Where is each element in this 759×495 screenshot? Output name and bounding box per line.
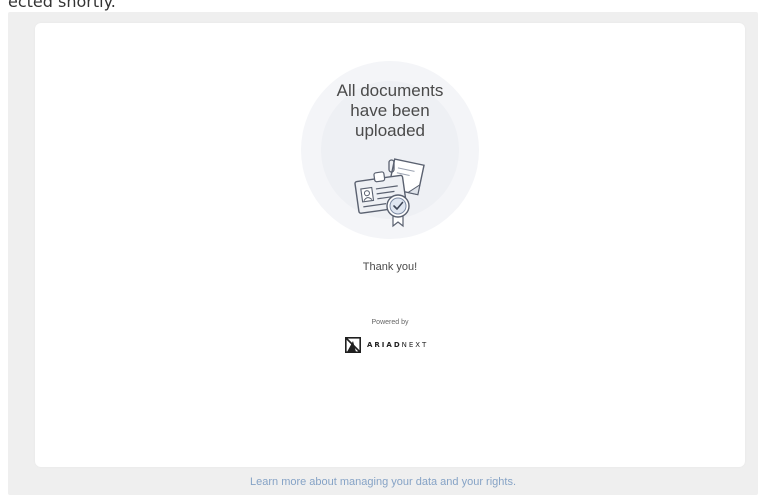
documents-verified-icon (354, 158, 425, 228)
powered-by-label: Powered by (371, 319, 409, 326)
status-headline: All documents have been uploaded (336, 81, 444, 140)
data-rights-link[interactable]: Learn more about managing your data and … (8, 476, 758, 488)
thank-you-text: Thank you! (362, 261, 418, 273)
status-card: All documents have been uploaded Thank y… (35, 23, 745, 467)
cropped-header: ected shortly. (8, 0, 759, 12)
brand-name-bold: ARIAD (367, 341, 402, 349)
brand-name-light: NEXT (401, 341, 429, 349)
cropped-header-text: ected shortly. (8, 0, 116, 11)
brand-name: ARIADNEXT (367, 341, 428, 349)
ariadnext-logo-icon (345, 337, 361, 353)
brand-logo: ARIADNEXT (345, 336, 428, 354)
status-circle: All documents have been uploaded (301, 61, 479, 239)
page-background: ected shortly. All documents have been u… (8, 0, 758, 495)
